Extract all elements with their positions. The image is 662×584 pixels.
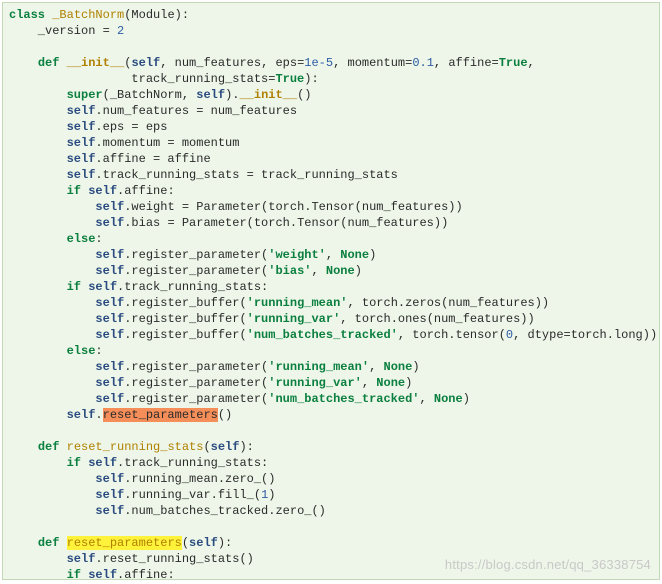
highlight-reset-parameters-def: reset_parameters xyxy=(67,536,182,550)
code-block: class _BatchNorm(Module): _version = 2 d… xyxy=(2,2,660,580)
watermark: https://blog.csdn.net/qq_36338754 xyxy=(445,557,651,573)
highlight-reset-parameters-call: reset_parameters xyxy=(103,408,218,422)
code-text: class _BatchNorm(Module): _version = 2 d… xyxy=(9,8,657,580)
